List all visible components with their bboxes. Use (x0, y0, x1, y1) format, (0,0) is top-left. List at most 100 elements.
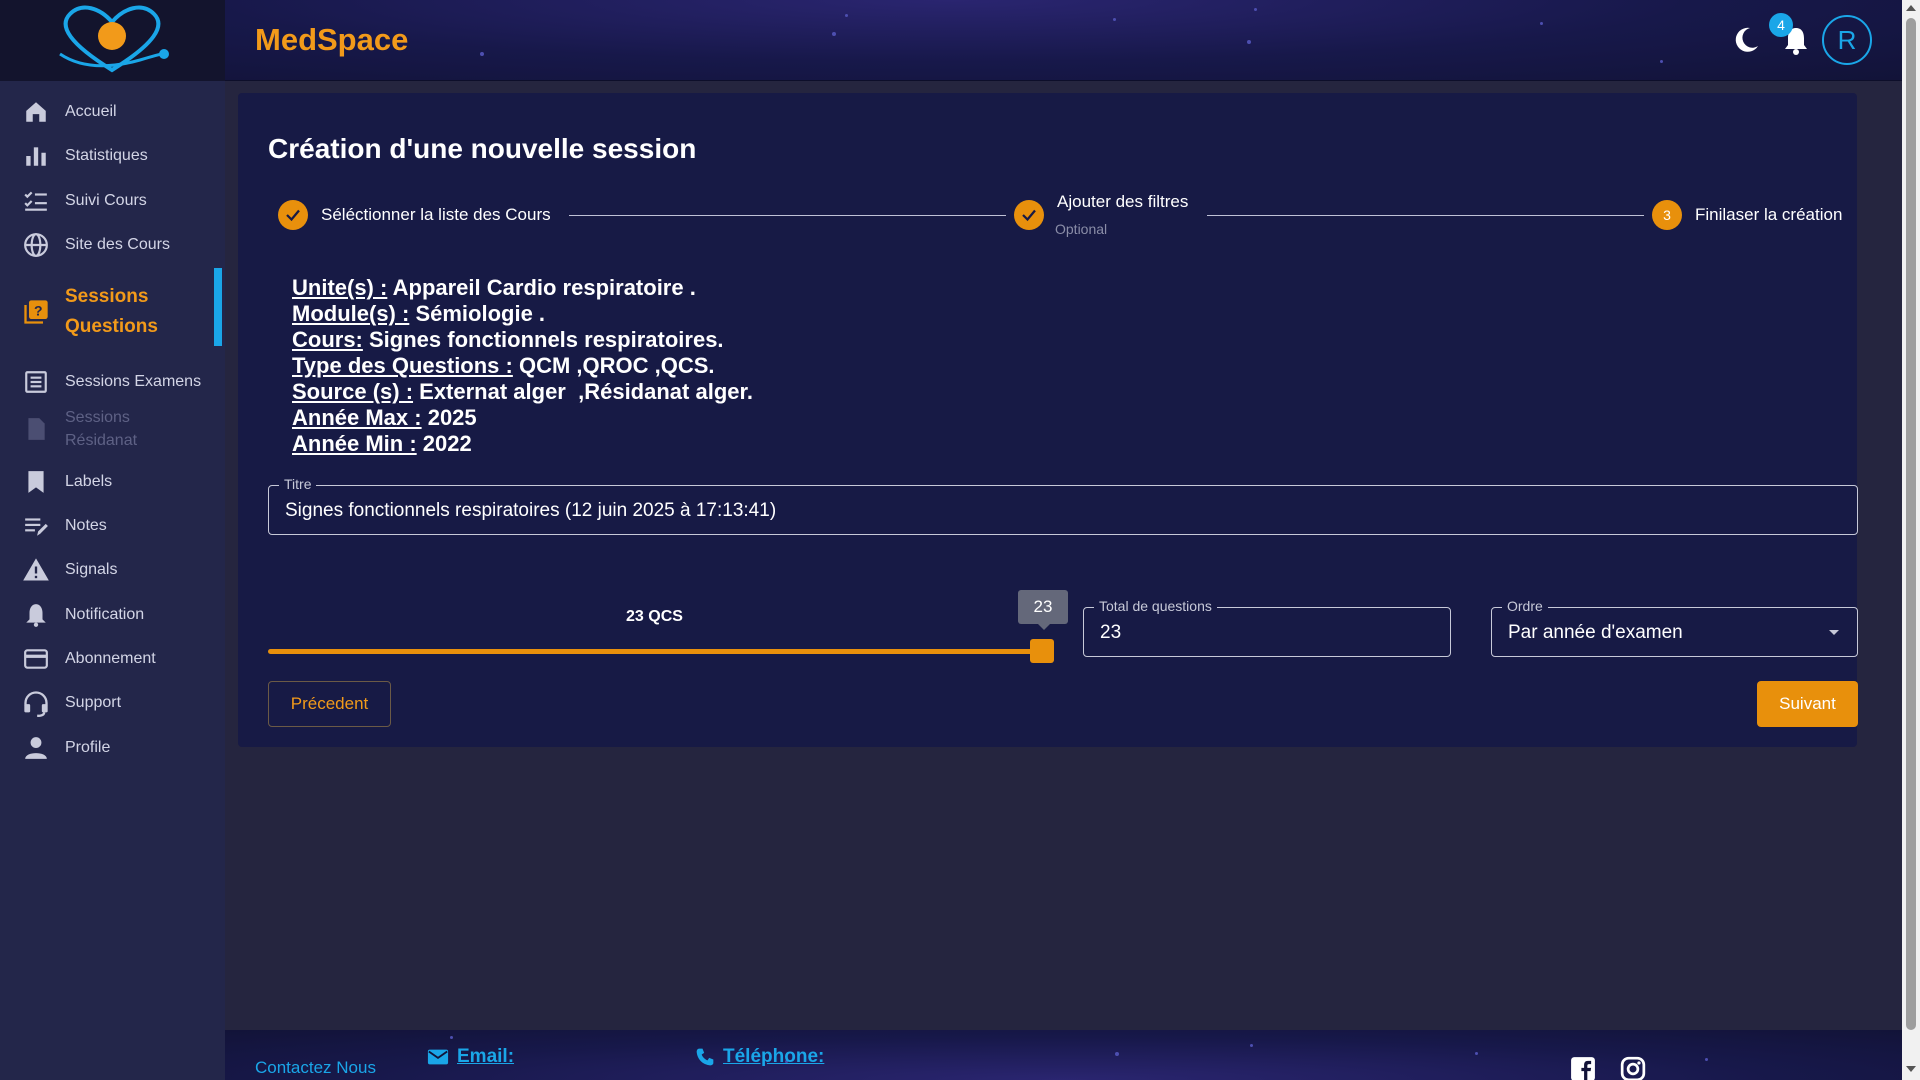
sidebar-item-label: Site des Cours (65, 236, 170, 253)
step-3[interactable]: 3 Finilaser la création (1652, 200, 1842, 230)
step-label: Ajouter des filtres (1057, 192, 1189, 211)
sidebar-item-label: Accueil (65, 103, 117, 120)
sidebar-item-sessions-questions[interactable]: ? Sessions Questions (0, 273, 225, 351)
page-title: Création d'une nouvelle session (268, 133, 697, 164)
check-icon (1014, 200, 1044, 230)
person-icon (22, 734, 50, 762)
total-questions-field[interactable]: Total de questions 23 (1083, 598, 1451, 657)
order-select-value: Par année d'examen (1508, 622, 1683, 643)
facebook-icon[interactable] (1570, 1056, 1596, 1080)
session-creation-card: Création d'une nouvelle session Séléctio… (238, 93, 1858, 747)
home-icon (22, 98, 50, 126)
scroll-thumb[interactable] (1906, 18, 1916, 1030)
sidebar-item-statistiques[interactable]: Statistiques (0, 134, 225, 178)
notes-icon (22, 512, 50, 540)
title-field-value: Signes fonctionnels respiratoires (12 ju… (285, 500, 777, 521)
dark-mode-toggle[interactable] (1730, 24, 1762, 56)
order-select-label: Ordre (1502, 598, 1548, 614)
summary-row-unites: Unite(s) : Appareil Cardio respiratoire … (292, 275, 696, 300)
order-select[interactable]: Ordre Par année d'examen (1491, 598, 1858, 657)
sidebar-item-sessions-residanat: Sessions Résidanat (0, 399, 225, 459)
top-bar: MedSpace 4 R (0, 0, 1902, 81)
svg-text:?: ? (34, 303, 43, 319)
sidebar-item-label: Notes (65, 517, 107, 534)
phone-link[interactable]: Téléphone: (695, 1046, 824, 1068)
sidebar-item-notification[interactable]: Notification (0, 593, 225, 637)
phone-label: Téléphone: (723, 1046, 825, 1067)
step-connector (569, 215, 1006, 216)
checklist-icon (22, 187, 50, 215)
sidebar-item-label: Support (65, 694, 122, 711)
list-box-icon (22, 368, 50, 396)
sidebar-item-sessions-examens[interactable]: Sessions Examens (0, 360, 225, 404)
step-number: 3 (1652, 200, 1682, 230)
sidebar-item-labels[interactable]: Labels (0, 460, 225, 504)
email-link[interactable]: Email: (427, 1046, 514, 1068)
avatar[interactable]: R (1822, 15, 1872, 65)
title-field[interactable]: Titre Signes fonctionnels respiratoires … (268, 476, 1858, 535)
sidebar-item-label: Sessions Résidanat (65, 409, 138, 449)
summary-row-annee-max: Année Max : 2025 (292, 405, 477, 430)
sidebar-item-label: Labels (65, 473, 113, 490)
bookmark-icon (22, 468, 50, 496)
phone-icon (696, 1048, 714, 1066)
sidebar-item-signals[interactable]: Signals (0, 548, 225, 592)
scroll-down-arrow-icon[interactable] (1906, 1066, 1916, 1072)
moon-icon (1735, 27, 1758, 52)
sidebar-item-label: Sessions Questions (65, 286, 158, 337)
sidebar-item-label: Suivi Cours (65, 192, 147, 209)
sidebar-item-label: Signals (65, 561, 118, 578)
bar-chart-icon (22, 142, 50, 170)
sidebar-item-label: Profile (65, 739, 111, 756)
questions-slider-track[interactable] (268, 649, 1048, 654)
step-label: Séléctionner la liste des Cours (321, 205, 551, 224)
slider-label: 23 QCS (626, 608, 683, 625)
title-field-label: Titre (279, 476, 317, 492)
sidebar-item-label: Statistiques (65, 147, 148, 164)
summary-row-cours: Cours: Signes fonctionnels respiratoires… (292, 327, 724, 352)
mail-icon (427, 1049, 449, 1065)
step-label: Finilaser la création (1695, 205, 1843, 224)
total-questions-value: 23 (1100, 622, 1122, 643)
sidebar-item-profile[interactable]: Profile (0, 726, 225, 770)
document-icon (22, 415, 50, 443)
instagram-icon[interactable] (1620, 1056, 1646, 1080)
logo-area[interactable] (0, 0, 225, 81)
contact-us-link[interactable]: Contactez Nous (255, 1058, 376, 1078)
summary-row-sources: Source (s) : Externat alger ,Résidanat a… (292, 379, 753, 404)
page-scrollbar[interactable] (1902, 0, 1920, 1080)
sidebar: Accueil Statistiques Suivi Cours Site de… (0, 81, 225, 1080)
sidebar-item-abonnement[interactable]: Abonnement (0, 637, 225, 681)
sidebar-item-site-des-cours[interactable]: Site des Cours (0, 223, 225, 267)
credit-card-icon (22, 645, 50, 673)
summary-row-type-questions: Type des Questions : QCM ,QROC ,QCS. (292, 353, 715, 378)
next-button[interactable]: Suivant (1757, 681, 1858, 727)
summary-row-modules: Module(s) : Sémiologie . (292, 301, 546, 326)
session-summary: Unite(s) : Appareil Cardio respiratoire … (292, 275, 753, 457)
heart-stethoscope-logo-icon (59, 5, 169, 73)
notification-badge: 4 (1769, 13, 1793, 37)
step-1[interactable]: Séléctionner la liste des Cours (278, 200, 551, 230)
sidebar-item-notes[interactable]: Notes (0, 504, 225, 548)
footer: Contactez Nous Email: Téléphone: (225, 1030, 1902, 1080)
sidebar-item-label: Abonnement (65, 650, 156, 667)
scroll-up-arrow-icon[interactable] (1906, 5, 1916, 11)
question-box-icon: ? (22, 298, 50, 326)
step-connector (1207, 215, 1644, 216)
sidebar-item-suivi-cours[interactable]: Suivi Cours (0, 179, 225, 223)
headset-icon (22, 689, 50, 717)
sidebar-item-accueil[interactable]: Accueil (0, 90, 225, 134)
chevron-down-icon (1829, 630, 1839, 635)
questions-slider-thumb[interactable] (1030, 639, 1054, 663)
sidebar-item-label: Sessions Examens (65, 373, 202, 390)
previous-button[interactable]: Précedent (268, 681, 391, 727)
globe-icon (22, 231, 50, 259)
active-indicator (214, 268, 222, 346)
app-title[interactable]: MedSpace (255, 22, 408, 58)
bell-icon (22, 601, 50, 629)
total-questions-label: Total de questions (1094, 598, 1217, 614)
email-label: Email: (457, 1046, 515, 1067)
summary-row-annee-min: Année Min : 2022 (292, 431, 472, 456)
sidebar-item-support[interactable]: Support (0, 681, 225, 725)
step-optional-label: Optional (1055, 221, 1108, 237)
